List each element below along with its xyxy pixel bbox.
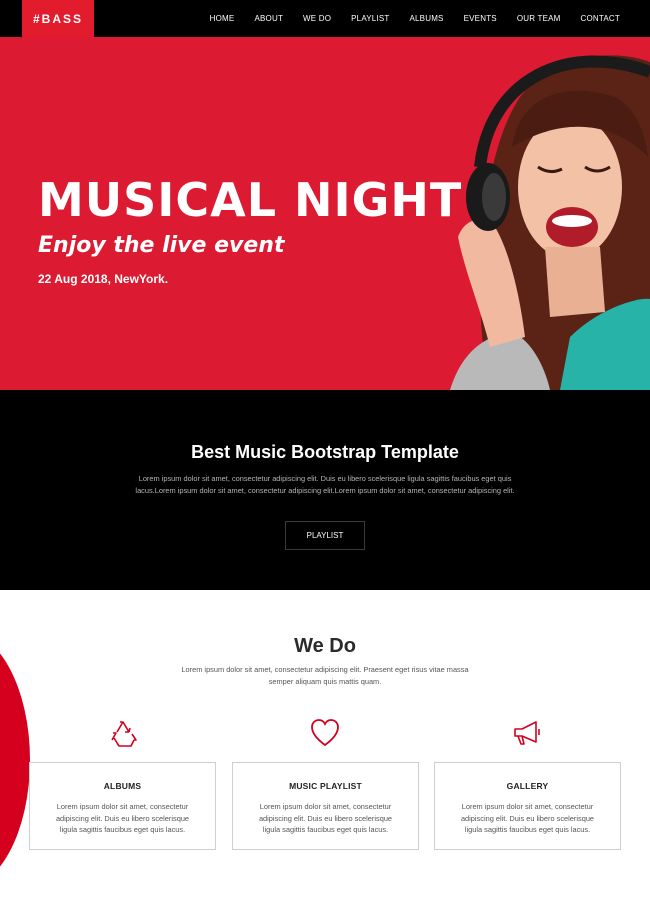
- nav-home[interactable]: HOME: [200, 0, 245, 37]
- main-nav: HOME ABOUT WE DO PLAYLIST ALBUMS EVENTS …: [200, 0, 630, 37]
- navbar: #BASS HOME ABOUT WE DO PLAYLIST ALBUMS E…: [0, 0, 650, 37]
- we-do-title: We Do: [294, 635, 356, 657]
- playlist-button[interactable]: PLAYLIST: [285, 521, 365, 550]
- nav-events[interactable]: EVENTS: [454, 0, 507, 37]
- megaphone-icon: [514, 721, 540, 745]
- card-text: Lorem ipsum dolor sit amet, consectetur …: [258, 802, 393, 834]
- brand-logo[interactable]: #BASS: [22, 0, 94, 37]
- recycle-icon: [111, 721, 137, 747]
- hero-singer-image: [450, 55, 650, 390]
- nav-about[interactable]: ABOUT: [244, 0, 293, 37]
- card-text: Lorem ipsum dolor sit amet, consectetur …: [55, 802, 190, 834]
- service-card-albums[interactable]: ALBUMS Lorem ipsum dolor sit amet, conse…: [29, 762, 216, 850]
- intro-title: Best Music Bootstrap Template: [191, 442, 459, 462]
- card-title: MUSIC PLAYLIST: [289, 781, 362, 791]
- nav-we-do[interactable]: WE DO: [293, 0, 341, 37]
- nav-contact[interactable]: CONTACT: [571, 0, 630, 37]
- hero-subtitle: Enjoy the live event: [38, 233, 285, 258]
- heart-icon: [311, 719, 339, 747]
- nav-playlist[interactable]: PLAYLIST: [341, 0, 399, 37]
- we-do-section: We Do Lorem ipsum dolor sit amet, consec…: [0, 590, 650, 924]
- we-do-text: Lorem ipsum dolor sit amet, consectetur …: [181, 665, 469, 686]
- nav-albums[interactable]: ALBUMS: [400, 0, 454, 37]
- hero-title: MUSICAL NIGHT: [38, 173, 463, 227]
- service-card-gallery[interactable]: GALLERY Lorem ipsum dolor sit amet, cons…: [434, 762, 621, 850]
- service-card-music-playlist[interactable]: MUSIC PLAYLIST Lorem ipsum dolor sit ame…: [232, 762, 419, 850]
- card-text: Lorem ipsum dolor sit amet, consectetur …: [460, 802, 595, 834]
- intro-text: Lorem ipsum dolor sit amet, consectetur …: [135, 474, 515, 495]
- hero-banner: MUSICAL NIGHT Enjoy the live event 22 Au…: [0, 37, 650, 390]
- card-title: ALBUMS: [103, 781, 142, 791]
- intro-section: Best Music Bootstrap Template Lorem ipsu…: [0, 390, 650, 590]
- nav-our-team[interactable]: OUR TEAM: [507, 0, 571, 37]
- decorative-red-arc: [0, 630, 30, 890]
- hero-date: 22 Aug 2018, NewYork.: [38, 272, 169, 286]
- card-title: GALLERY: [506, 781, 549, 791]
